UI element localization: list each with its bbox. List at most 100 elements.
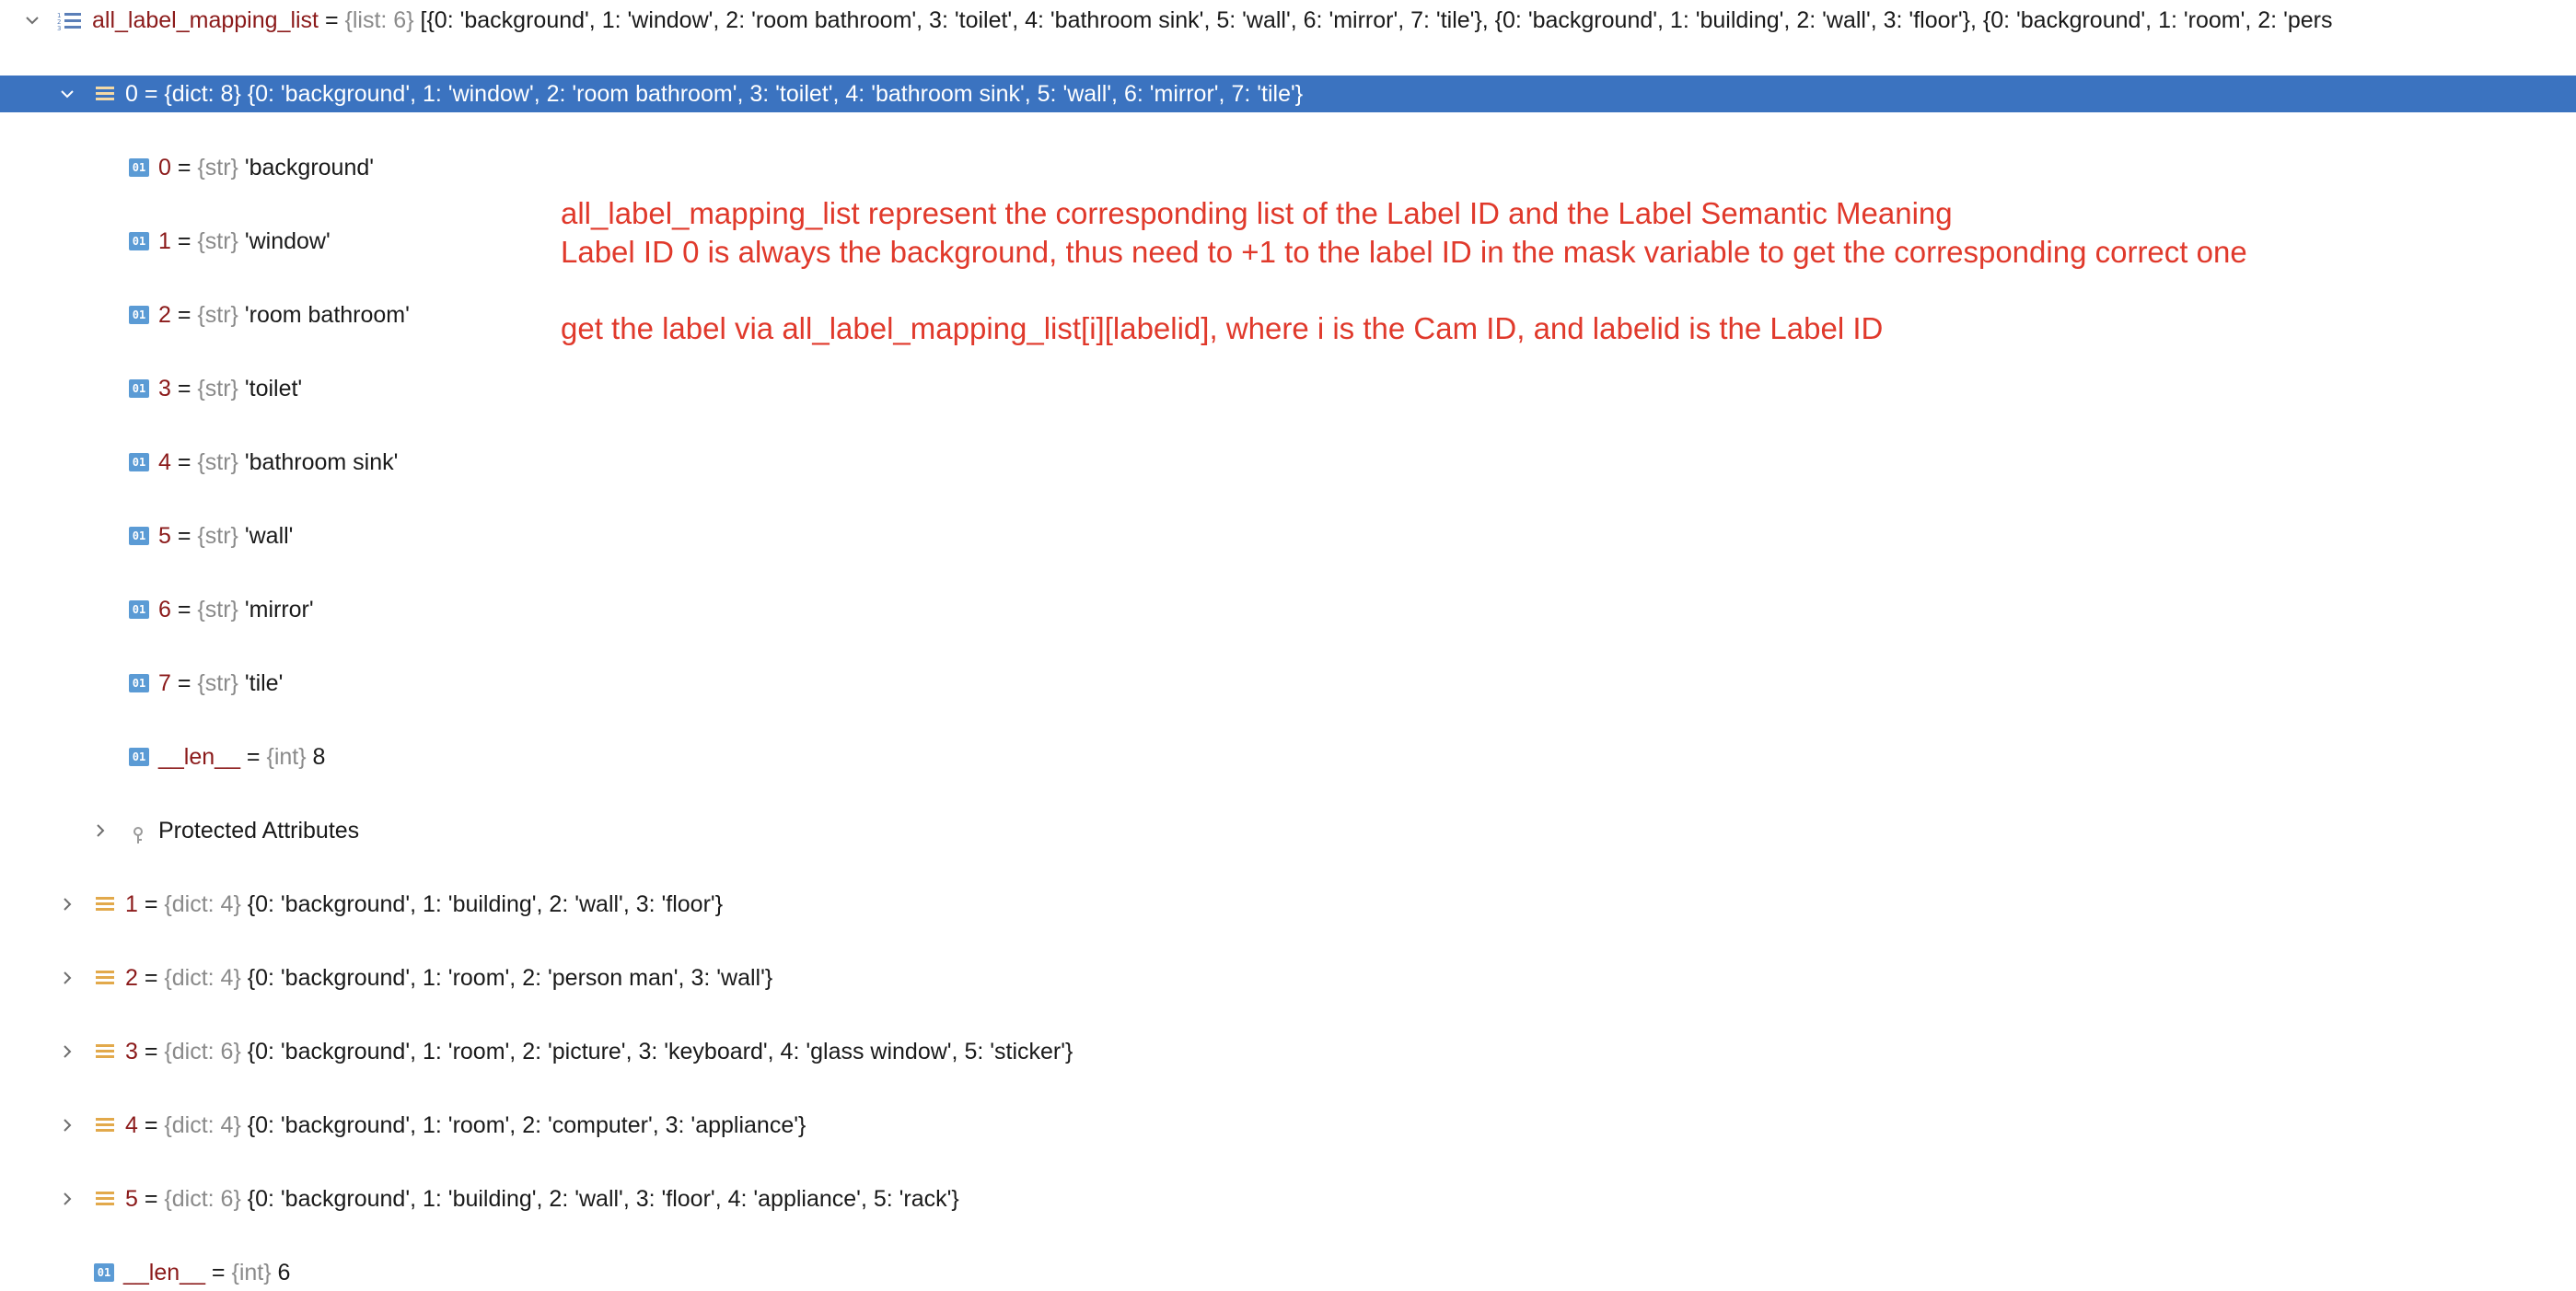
variable-value: {0: 'background', 1: 'building', 2: 'wal…: [247, 891, 724, 917]
tree-row-text: __len__ = {int} 6: [123, 1254, 290, 1291]
tree-row-item-4[interactable]: 4 = {dict: 4} {0: 'background', 1: 'room…: [0, 1107, 2576, 1144]
str-value-icon: 01: [129, 232, 149, 250]
tree-row-text: 3 = {str} 'toilet': [158, 370, 302, 407]
type-label: {list: 6}: [344, 7, 414, 33]
dict-icon: [96, 1191, 114, 1207]
variable-value: 'mirror': [244, 597, 314, 622]
tree-row-text: __len__ = {int} 8: [158, 739, 325, 775]
variable-name: 2: [125, 965, 138, 991]
tree-row-text: 4 = {str} 'bathroom sink': [158, 444, 398, 481]
tree-row-text: 1 = {dict: 4} {0: 'background', 1: 'buil…: [125, 886, 723, 923]
tree-row-item-2[interactable]: 2 = {dict: 4} {0: 'background', 1: 'room…: [0, 960, 2576, 996]
section-label: Protected Attributes: [158, 818, 360, 843]
type-label: {dict: 6}: [164, 1039, 241, 1064]
svg-text:3: 3: [57, 25, 61, 31]
chevron-right-icon[interactable]: [55, 960, 79, 996]
type-label: {dict: 6}: [164, 1186, 241, 1212]
chevron-right-icon[interactable]: [55, 1107, 79, 1144]
variable-name: 1: [158, 228, 171, 254]
tree-row-len[interactable]: 01 __len__ = {int} 6: [0, 1254, 2576, 1291]
equals-sign: =: [204, 1260, 232, 1285]
variable-name: 5: [125, 1186, 138, 1212]
tree-row-entry[interactable]: 01 4 = {str} 'bathroom sink': [0, 444, 2576, 481]
type-label: {int}: [231, 1260, 272, 1285]
type-label: {str}: [197, 155, 238, 180]
variable-name: __len__: [123, 1260, 205, 1285]
tree-row-item-0[interactable]: 0 = {dict: 8} {0: 'background', 1: 'wind…: [0, 76, 2576, 112]
tree-row-entry[interactable]: 01 __len__ = {int} 8: [0, 739, 2576, 775]
equals-sign: =: [170, 670, 198, 696]
type-label: {str}: [197, 376, 238, 401]
tree-row-root[interactable]: 1 2 3 all_label_mapping_list = {list: 6}…: [0, 2, 2576, 39]
variable-value: {0: 'background', 1: 'building', 2: 'wal…: [247, 1186, 959, 1212]
chevron-down-icon[interactable]: [20, 2, 44, 39]
variable-name: 0: [158, 155, 171, 180]
str-value-icon: 01: [129, 674, 149, 692]
equals-sign: =: [170, 228, 198, 254]
chevron-right-icon[interactable]: [55, 886, 79, 923]
tree-row-text: 4 = {dict: 4} {0: 'background', 1: 'room…: [125, 1107, 806, 1144]
tree-row-entry[interactable]: 01 3 = {str} 'toilet': [0, 370, 2576, 407]
tree-row-text: 5 = {str} 'wall': [158, 518, 293, 554]
equals-sign: =: [137, 1039, 165, 1064]
tree-row-entry[interactable]: 01 0 = {str} 'background': [0, 149, 2576, 186]
annotation-line-2: Label ID 0 is always the background, thu…: [561, 235, 2247, 269]
tree-row-text: 2 = {str} 'room bathroom': [158, 297, 410, 333]
variable-value: {0: 'background', 1: 'room', 2: 'person …: [247, 965, 773, 991]
str-value-icon: 01: [129, 158, 149, 177]
chevron-right-icon[interactable]: [88, 812, 112, 849]
variable-name: 3: [125, 1039, 138, 1064]
dict-icon: [96, 1043, 114, 1060]
dict-icon: [96, 86, 114, 102]
annotation-line-1: all_label_mapping_list represent the cor…: [561, 196, 1953, 230]
chevron-down-icon[interactable]: [55, 76, 79, 112]
tree-row-text: 0 = {dict: 8} {0: 'background', 1: 'wind…: [125, 76, 1303, 112]
equals-sign: =: [137, 81, 165, 107]
tree-row-item-3[interactable]: 3 = {dict: 6} {0: 'background', 1: 'room…: [0, 1033, 2576, 1070]
dict-icon: [96, 896, 114, 913]
tree-row-entry[interactable]: 01 6 = {str} 'mirror': [0, 591, 2576, 628]
str-value-icon: 01: [129, 527, 149, 545]
equals-sign: =: [170, 302, 198, 328]
tree-row-entry[interactable]: 01 5 = {str} 'wall': [0, 518, 2576, 554]
chevron-right-icon[interactable]: [55, 1033, 79, 1070]
tree-row-text: 1 = {str} 'window': [158, 223, 331, 260]
tree-row-item-5[interactable]: 5 = {dict: 6} {0: 'background', 1: 'buil…: [0, 1181, 2576, 1217]
chevron-right-icon[interactable]: [55, 1181, 79, 1217]
str-value-icon: 01: [94, 1263, 114, 1282]
variable-value: 'background': [244, 155, 375, 180]
equals-sign: =: [170, 376, 198, 401]
tree-row-item-1[interactable]: 1 = {dict: 4} {0: 'background', 1: 'buil…: [0, 886, 2576, 923]
variable-value: 8: [312, 744, 326, 770]
str-value-icon: 01: [129, 600, 149, 619]
dict-icon: [96, 970, 114, 986]
variable-value: 6: [277, 1260, 291, 1285]
key-icon: [131, 820, 145, 843]
variable-name: 4: [158, 449, 171, 475]
annotation-line-3: get the label via all_label_mapping_list…: [561, 311, 1884, 345]
tree-row-text: 7 = {str} 'tile': [158, 665, 283, 702]
variable-name: 7: [158, 670, 171, 696]
type-label: {str}: [197, 670, 238, 696]
equals-sign: =: [137, 965, 165, 991]
tree-row-text: 5 = {dict: 6} {0: 'background', 1: 'buil…: [125, 1181, 959, 1217]
tree-row-entry[interactable]: 01 7 = {str} 'tile': [0, 665, 2576, 702]
tree-row-protected-attributes[interactable]: Protected Attributes: [0, 812, 2576, 849]
variable-name: 3: [158, 376, 171, 401]
variable-value: 'wall': [244, 523, 294, 549]
tree-row-text: all_label_mapping_list = {list: 6} [{0: …: [92, 2, 2332, 39]
equals-sign: =: [170, 449, 198, 475]
variable-value: {0: 'background', 1: 'room', 2: 'compute…: [247, 1112, 806, 1138]
equals-sign: =: [170, 597, 198, 622]
variable-name: 0: [125, 81, 138, 107]
type-label: {str}: [197, 228, 238, 254]
dict-icon: [96, 1117, 114, 1134]
variable-value: 'bathroom sink': [244, 449, 399, 475]
str-value-icon: 01: [129, 453, 149, 471]
equals-sign: =: [170, 523, 198, 549]
str-value-icon: 01: [129, 748, 149, 766]
variable-name: 2: [158, 302, 171, 328]
type-label: {str}: [197, 597, 238, 622]
tree-row-text: 6 = {str} 'mirror': [158, 591, 314, 628]
type-label: {str}: [197, 523, 238, 549]
